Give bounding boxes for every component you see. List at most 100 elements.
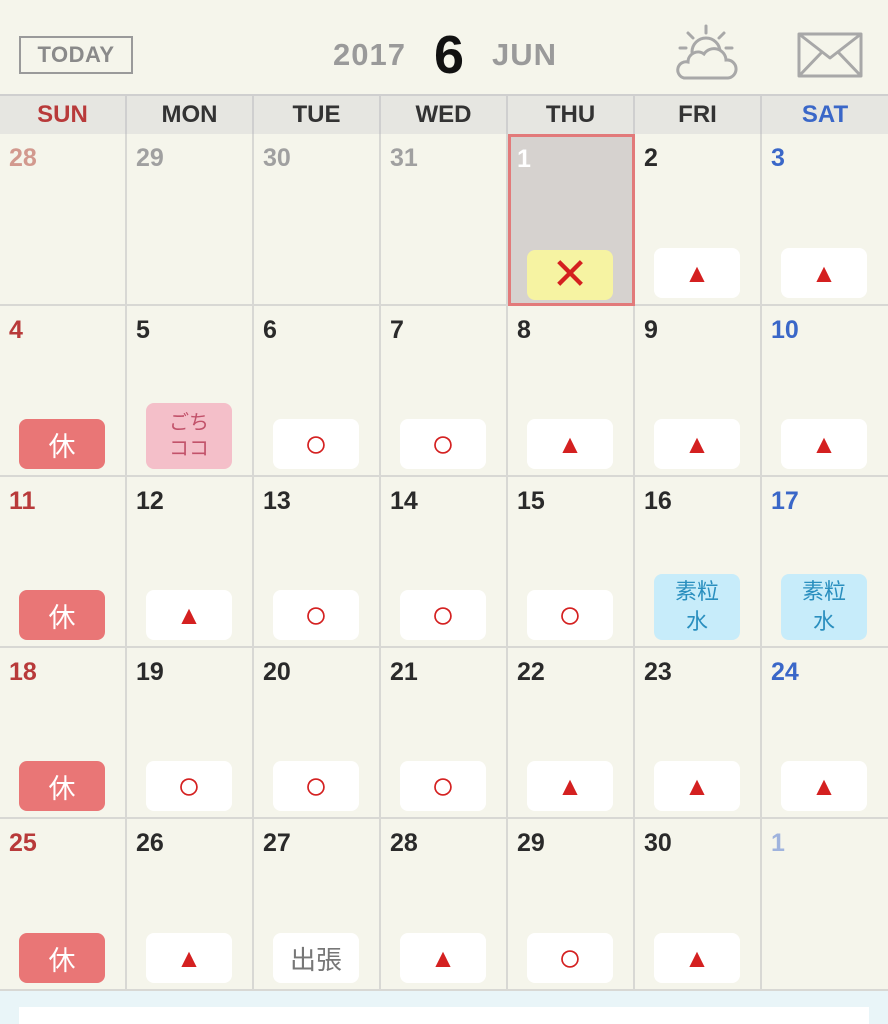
day-cell[interactable]: 29 ○ <box>508 819 635 991</box>
day-number: 27 <box>263 829 291 857</box>
day-cell[interactable]: 7 ○ <box>381 306 508 477</box>
day-cell[interactable]: 5 ごち ココ <box>127 306 254 477</box>
schedule-mark-circle[interactable]: ○ <box>527 590 613 640</box>
day-cell[interactable]: 6 ○ <box>254 306 381 477</box>
schedule-mark-circle[interactable]: ○ <box>400 419 486 469</box>
day-cell[interactable]: 30 <box>254 134 381 306</box>
day-cell[interactable]: 11 休 <box>0 477 127 648</box>
schedule-mark-triangle[interactable]: ▲ <box>146 933 232 983</box>
circle-icon: ○ <box>303 422 329 466</box>
circle-icon: ○ <box>557 593 583 637</box>
schedule-mark-triangle[interactable]: ▲ <box>781 761 867 811</box>
schedule-mark-triangle[interactable]: ▲ <box>781 248 867 298</box>
day-cell[interactable]: 30 ▲ <box>635 819 762 991</box>
day-number: 29 <box>136 144 164 172</box>
day-cell[interactable]: 10 ▲ <box>762 306 888 477</box>
day-cell[interactable]: 12 ▲ <box>127 477 254 648</box>
triangle-icon: ▲ <box>430 943 456 973</box>
schedule-mark-circle[interactable]: ○ <box>400 590 486 640</box>
schedule-mark-triangle[interactable]: ▲ <box>654 248 740 298</box>
schedule-label[interactable]: ごち ココ <box>146 403 232 469</box>
day-cell[interactable]: 3 ▲ <box>762 134 888 306</box>
schedule-label[interactable]: 出張 <box>273 933 359 983</box>
day-cell[interactable]: 18 休 <box>0 648 127 819</box>
triangle-icon: ▲ <box>557 429 583 459</box>
day-cell[interactable]: 28 ▲ <box>381 819 508 991</box>
day-number: 25 <box>9 829 37 857</box>
schedule-mark-triangle[interactable]: ▲ <box>654 761 740 811</box>
day-number: 17 <box>771 487 799 515</box>
day-cell[interactable]: 28 <box>0 134 127 306</box>
triangle-icon: ▲ <box>684 258 710 288</box>
schedule-mark-circle[interactable]: ○ <box>273 590 359 640</box>
day-number: 29 <box>517 829 545 857</box>
schedule-label[interactable]: 休 <box>19 590 105 640</box>
day-cell[interactable]: 27 出張 <box>254 819 381 991</box>
weekday-mon: MON <box>127 96 254 134</box>
day-number: 8 <box>517 316 531 344</box>
weekday-tue: TUE <box>254 96 381 134</box>
day-cell[interactable]: 26 ▲ <box>127 819 254 991</box>
calendar-grid: 28 29 30 31 1 ✕ 2 ▲ 3 ▲ 4 休 5 ごち ココ 6 ○ 7 ○ 8 ▲ 9 ▲ 10 ▲ 11 休 12 ▲ 1… <box>0 134 888 991</box>
day-cell[interactable]: 23 ▲ <box>635 648 762 819</box>
day-number: 1 <box>771 829 785 857</box>
schedule-mark-circle[interactable]: ○ <box>400 761 486 811</box>
schedule-mark-triangle[interactable]: ▲ <box>146 590 232 640</box>
day-number: 14 <box>390 487 418 515</box>
day-number: 3 <box>771 144 785 172</box>
schedule-mark-circle[interactable]: ○ <box>273 419 359 469</box>
day-cell[interactable]: 8 ▲ <box>508 306 635 477</box>
schedule-mark-triangle[interactable]: ▲ <box>400 933 486 983</box>
day-cell[interactable]: 29 <box>127 134 254 306</box>
weather-icon[interactable] <box>672 22 740 84</box>
schedule-mark-circle[interactable]: ○ <box>273 761 359 811</box>
circle-icon: ○ <box>176 764 202 808</box>
day-cell[interactable]: 13 ○ <box>254 477 381 648</box>
schedule-mark-triangle[interactable]: ▲ <box>527 419 613 469</box>
circle-icon: ○ <box>430 764 456 808</box>
schedule-mark-circle[interactable]: ○ <box>146 761 232 811</box>
day-cell[interactable]: 31 <box>381 134 508 306</box>
day-cell[interactable]: 25 休 <box>0 819 127 991</box>
schedule-mark-cross[interactable]: ✕ <box>527 250 613 300</box>
day-cell[interactable]: 17 素粒 水 <box>762 477 888 648</box>
schedule-label[interactable]: 素粒 水 <box>654 574 740 640</box>
mail-icon[interactable] <box>796 30 864 80</box>
schedule-label[interactable]: 休 <box>19 761 105 811</box>
schedule-mark-triangle[interactable]: ▲ <box>654 933 740 983</box>
circle-icon: ○ <box>557 936 583 980</box>
day-cell[interactable]: 22 ▲ <box>508 648 635 819</box>
circle-icon: ○ <box>303 764 329 808</box>
schedule-mark-triangle[interactable]: ▲ <box>527 761 613 811</box>
day-cell[interactable]: 2 ▲ <box>635 134 762 306</box>
weekday-sun: SUN <box>0 96 127 134</box>
schedule-mark-triangle[interactable]: ▲ <box>781 419 867 469</box>
day-cell[interactable]: 4休 <box>0 306 127 477</box>
weekday-wed: WED <box>381 96 508 134</box>
day-number: 31 <box>390 144 418 172</box>
day-number: 28 <box>390 829 418 857</box>
month-number: 6 <box>433 25 464 85</box>
calendar-header: TODAY 2017 6 JUN <box>0 0 888 94</box>
day-cell[interactable]: 9 ▲ <box>635 306 762 477</box>
day-cell[interactable]: 19 ○ <box>127 648 254 819</box>
day-number: 4 <box>9 316 23 344</box>
schedule-mark-circle[interactable]: ○ <box>527 933 613 983</box>
schedule-label[interactable]: 素粒 水 <box>781 574 867 640</box>
day-cell[interactable]: 16 素粒 水 <box>635 477 762 648</box>
day-cell[interactable]: 14 ○ <box>381 477 508 648</box>
day-cell[interactable]: 21 ○ <box>381 648 508 819</box>
day-cell[interactable]: 24 ▲ <box>762 648 888 819</box>
day-cell[interactable]: 20 ○ <box>254 648 381 819</box>
weekday-fri: FRI <box>635 96 762 134</box>
day-cell-today[interactable]: 1 ✕ <box>508 134 635 306</box>
schedule-label[interactable]: 休 <box>19 419 105 469</box>
schedule-mark-triangle[interactable]: ▲ <box>654 419 740 469</box>
today-button[interactable]: TODAY <box>19 36 133 74</box>
day-number: 24 <box>771 658 799 686</box>
day-cell[interactable]: 1 <box>762 819 888 991</box>
day-number: 13 <box>263 487 291 515</box>
day-cell[interactable]: 15 ○ <box>508 477 635 648</box>
schedule-label[interactable]: 休 <box>19 933 105 983</box>
memo-area[interactable] <box>19 1007 869 1024</box>
